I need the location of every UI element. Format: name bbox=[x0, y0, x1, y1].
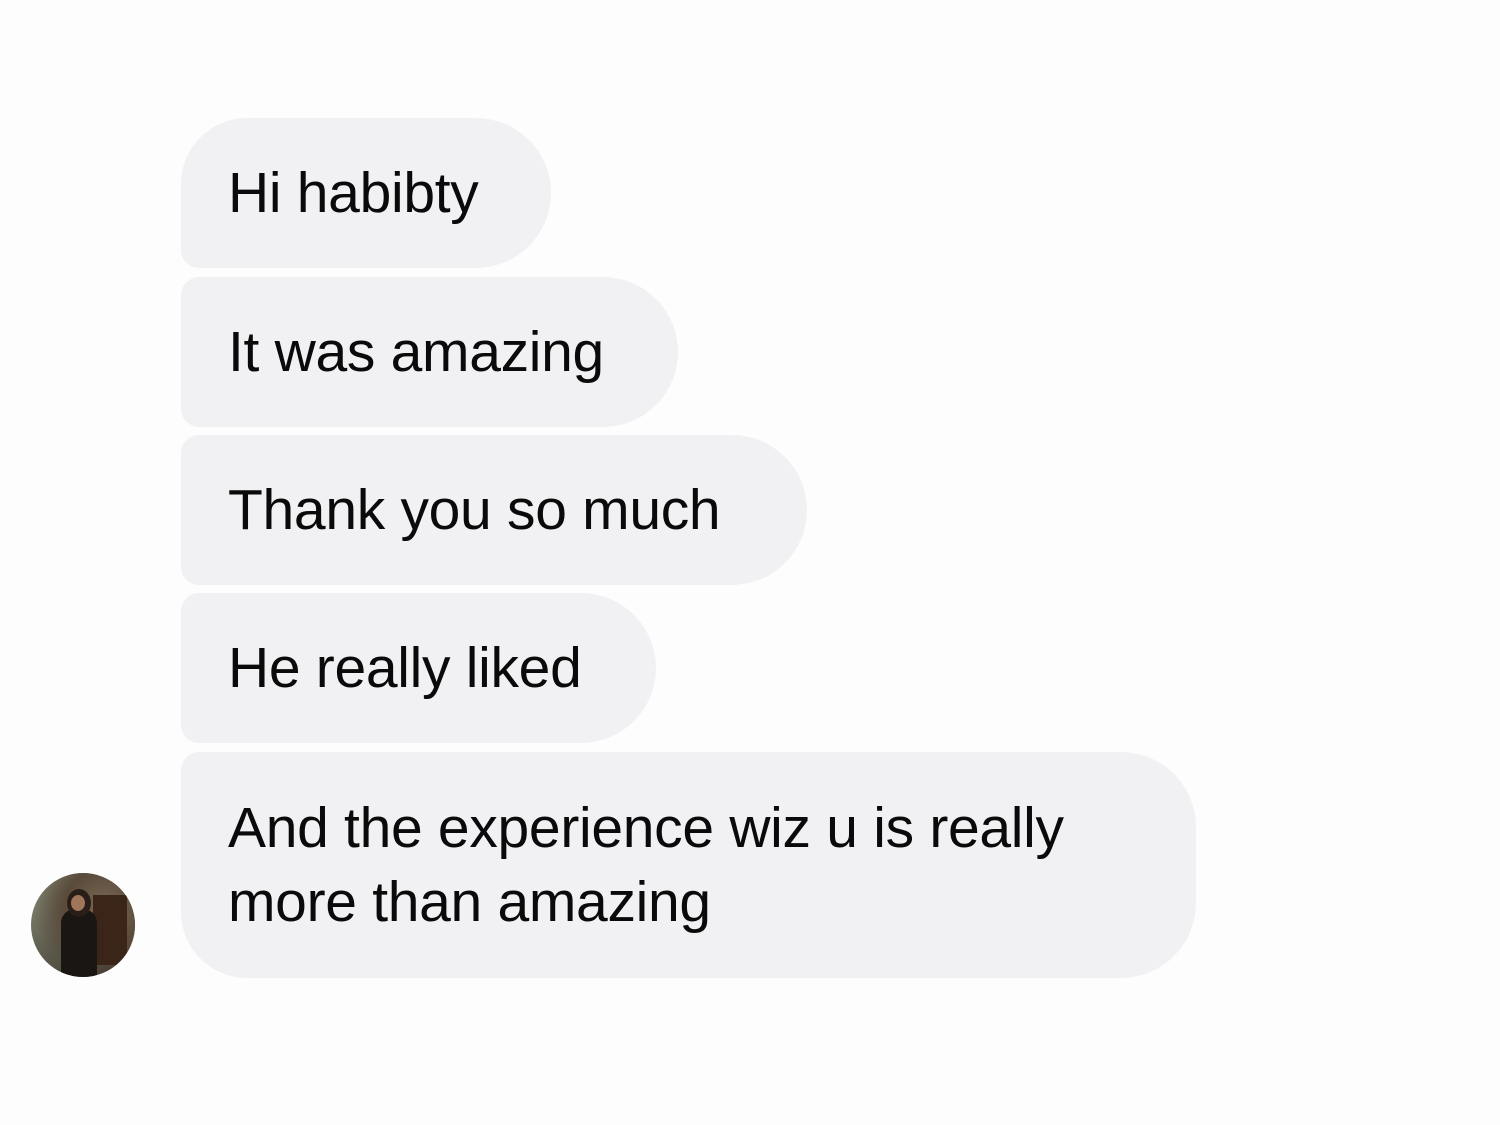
sender-avatar[interactable] bbox=[31, 873, 135, 977]
message-bubble[interactable]: He really liked bbox=[181, 593, 656, 743]
message-text: And the experience wiz u is really more … bbox=[228, 796, 1064, 934]
message-bubble[interactable]: Thank you so much bbox=[181, 435, 807, 585]
message-text: He really liked bbox=[228, 636, 582, 700]
message-thread: Hi habibty It was amazing Thank you so m… bbox=[0, 0, 1500, 1125]
avatar-figure bbox=[61, 909, 97, 977]
message-bubble[interactable]: It was amazing bbox=[181, 277, 678, 427]
message-text: Thank you so much bbox=[228, 478, 721, 542]
message-bubble[interactable]: And the experience wiz u is really more … bbox=[181, 752, 1196, 978]
message-text: Hi habibty bbox=[228, 161, 479, 225]
avatar-face bbox=[71, 895, 85, 911]
message-bubble[interactable]: Hi habibty bbox=[181, 118, 551, 268]
avatar-door-shape bbox=[93, 895, 127, 965]
message-text: It was amazing bbox=[228, 320, 604, 384]
